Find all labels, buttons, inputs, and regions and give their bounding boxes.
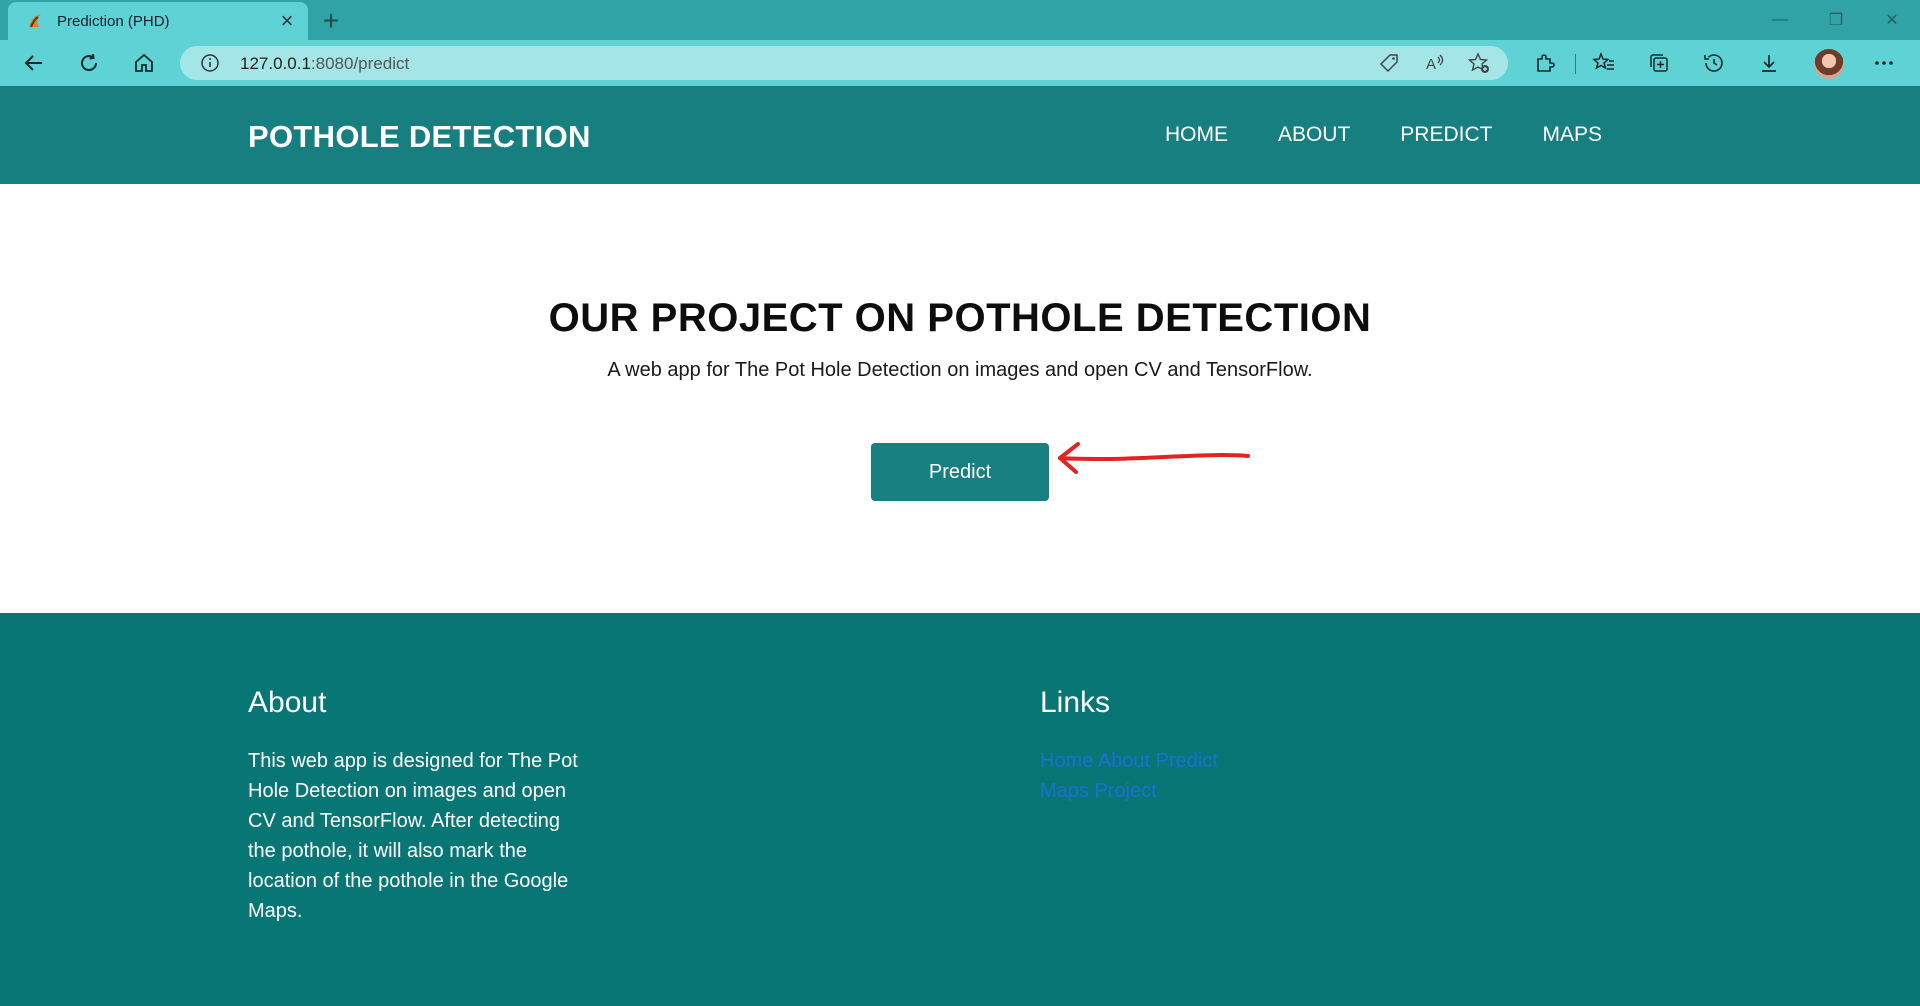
extensions-icon[interactable]	[1531, 49, 1559, 77]
minimize-button[interactable]: —	[1752, 0, 1808, 40]
close-tab-icon[interactable]: ×	[276, 8, 298, 33]
footer-about-heading: About	[248, 686, 327, 719]
site-info-icon[interactable]	[200, 53, 220, 73]
browser-tab-bar: Prediction (PHD) × + — ❐ ✕	[0, 0, 1920, 40]
refresh-icon[interactable]	[71, 45, 107, 81]
new-tab-button[interactable]: +	[316, 5, 346, 36]
footer-link-maps[interactable]: Maps	[1040, 780, 1089, 802]
toolbar-separator	[1575, 54, 1576, 74]
annotation-arrow-icon	[1058, 442, 1250, 474]
footer-link-project[interactable]: Project	[1094, 780, 1156, 802]
footer-link-predict[interactable]: Predict	[1156, 750, 1218, 772]
tab-title: Prediction (PHD)	[57, 12, 170, 30]
more-menu-icon[interactable]	[1870, 49, 1898, 77]
add-favorite-icon[interactable]	[1467, 52, 1490, 74]
browser-tab[interactable]: Prediction (PHD) ×	[8, 2, 308, 40]
close-window-button[interactable]: ✕	[1864, 0, 1920, 40]
read-aloud-icon[interactable]: A	[1424, 52, 1446, 74]
footer-links: Links Home About Predict Maps Project	[1040, 686, 1260, 806]
downloads-icon[interactable]	[1755, 49, 1783, 77]
hero-subtitle: A web app for The Pot Hole Detection on …	[607, 359, 1313, 381]
site-favicon-icon	[25, 11, 45, 31]
footer-link-home[interactable]: Home	[1040, 750, 1093, 772]
profile-avatar[interactable]	[1814, 49, 1844, 79]
url-text[interactable]: 127.0.0.1:8080/predict	[240, 54, 409, 74]
site-brand[interactable]: POTHOLE DETECTION	[248, 119, 591, 155]
nav-maps[interactable]: MAPS	[1542, 123, 1602, 147]
back-icon[interactable]	[16, 45, 52, 81]
nav-predict[interactable]: PREDICT	[1400, 123, 1492, 147]
tag-icon[interactable]	[1378, 52, 1400, 74]
svg-text:A: A	[1426, 56, 1436, 73]
window-controls: — ❐ ✕	[1752, 0, 1920, 40]
restore-button[interactable]: ❐	[1808, 0, 1864, 40]
nav-home[interactable]: HOME	[1165, 123, 1228, 147]
footer-links-heading: Links	[1040, 686, 1111, 719]
footer-link-list: Home About Predict Maps Project	[1040, 746, 1260, 806]
footer-about: About This web app is designed for The P…	[248, 686, 578, 926]
browser-toolbar: 127.0.0.1:8080/predict A	[0, 40, 1920, 86]
favorites-icon[interactable]	[1590, 49, 1618, 77]
nav-about[interactable]: ABOUT	[1278, 123, 1350, 147]
site-header: POTHOLE DETECTION HOME ABOUT PREDICT MAP…	[0, 86, 1920, 184]
site-footer: About This web app is designed for The P…	[0, 613, 1920, 1006]
main-nav: HOME ABOUT PREDICT MAPS	[1165, 123, 1602, 147]
footer-link-about[interactable]: About	[1098, 750, 1150, 772]
address-bar[interactable]: 127.0.0.1:8080/predict A	[180, 46, 1508, 80]
collections-icon[interactable]	[1645, 49, 1673, 77]
predict-button[interactable]: Predict	[871, 443, 1049, 501]
hero-title: OUR PROJECT ON POTHOLE DETECTION	[548, 296, 1372, 340]
footer-about-text: This web app is designed for The Pot Hol…	[248, 750, 578, 922]
history-icon[interactable]	[1700, 49, 1728, 77]
home-icon[interactable]	[126, 45, 162, 81]
